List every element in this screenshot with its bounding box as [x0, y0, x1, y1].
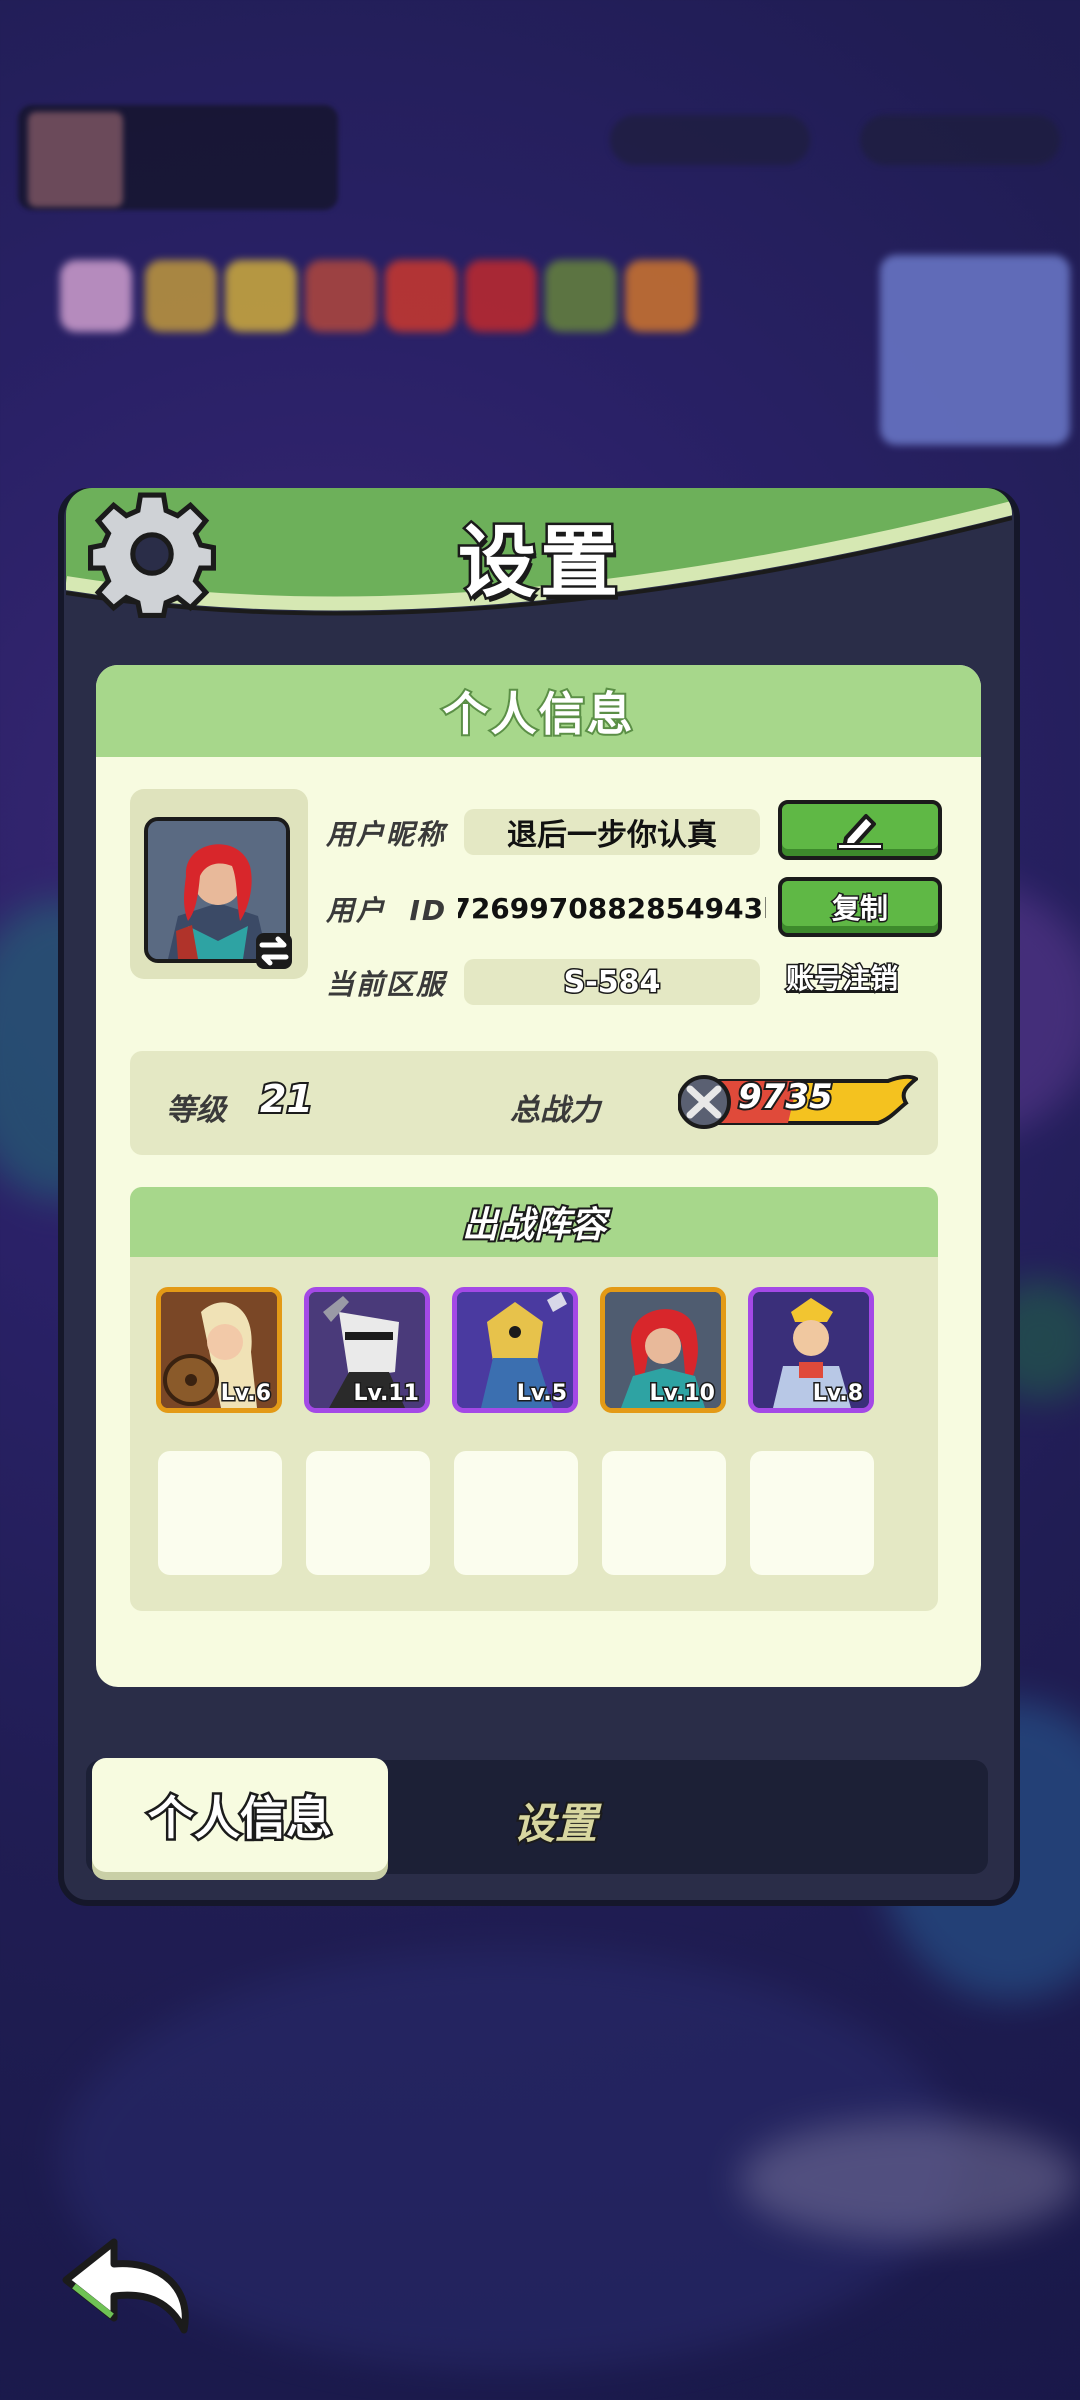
- minimap: [880, 255, 1070, 445]
- panel-title: 设置: [455, 516, 622, 611]
- hero-slot[interactable]: Lv.8: [748, 1287, 874, 1413]
- hero-level: Lv.6: [219, 1380, 272, 1408]
- battle-lineup: 出战阵容 Lv.6 Lv.11 Lv.5 Lv.10 Lv.8: [130, 1187, 938, 1611]
- hero-level: Lv.10: [648, 1380, 717, 1408]
- event-icon: [385, 260, 457, 332]
- event-icon: [545, 260, 617, 332]
- hero-level: Lv.5: [515, 1380, 568, 1408]
- event-icon: [625, 260, 697, 332]
- card-title: 个人信息: [441, 685, 635, 743]
- user-id-field: 7269970882854943l: [458, 891, 766, 925]
- hero-slot[interactable]: Lv.5: [452, 1287, 578, 1413]
- event-icon: [225, 260, 297, 332]
- server-label: 当前区服: [326, 968, 447, 1001]
- event-icon: [305, 260, 377, 332]
- copy-label: 复制: [830, 891, 889, 927]
- delete-account-link[interactable]: 账号注销: [784, 957, 899, 997]
- empty-slot[interactable]: [306, 1451, 430, 1575]
- server-field: S-584: [464, 959, 760, 1005]
- swap-avatar-icon[interactable]: [250, 927, 298, 975]
- gear-icon: [88, 492, 216, 618]
- empty-slot[interactable]: [454, 1451, 578, 1575]
- empty-slot[interactable]: [602, 1451, 726, 1575]
- tab-settings[interactable]: 设置: [470, 1780, 640, 1860]
- resource-bar: [610, 115, 810, 165]
- resource-bar: [860, 115, 1060, 165]
- copy-id-button[interactable]: 复制: [778, 877, 942, 937]
- hero-level: Lv.8: [811, 1380, 864, 1408]
- back-arrow-icon[interactable]: [52, 2230, 202, 2340]
- hero-slot[interactable]: Lv.10: [600, 1287, 726, 1413]
- empty-slot[interactable]: [750, 1451, 874, 1575]
- empty-slot[interactable]: [158, 1451, 282, 1575]
- lineup-title: 出战阵容: [460, 1203, 608, 1248]
- nickname-field: 退后一步你认真: [464, 809, 760, 855]
- hero-slot[interactable]: Lv.6: [156, 1287, 282, 1413]
- event-icon: [145, 260, 217, 332]
- card-header: 个人信息: [96, 665, 981, 757]
- hero-slot[interactable]: Lv.11: [304, 1287, 430, 1413]
- lineup-header: 出战阵容: [130, 1187, 938, 1257]
- tab-profile-label: 个人信息: [146, 1789, 335, 1848]
- event-icon: [465, 260, 537, 332]
- player-avatar: [28, 112, 123, 207]
- user-id-label: 用户 ID: [326, 894, 448, 927]
- avatar-frame[interactable]: [130, 789, 308, 979]
- edit-nickname-button[interactable]: [778, 800, 942, 860]
- event-icon: [60, 260, 132, 332]
- tab-profile[interactable]: 个人信息: [92, 1758, 388, 1872]
- level-label: 等级: [166, 1093, 226, 1128]
- tab-settings-label: 设置: [511, 1797, 599, 1850]
- stats-box: 等级 21 总战力 9735: [130, 1051, 938, 1155]
- server-value: S-584: [562, 963, 662, 1001]
- power-value: 9735: [736, 1075, 835, 1119]
- profile-card: 个人信息 用户昵称 退后一步你认真 用户 ID 7269970882854943…: [96, 665, 981, 1687]
- level-value: 21: [258, 1075, 315, 1123]
- hero-level: Lv.11: [352, 1380, 421, 1408]
- power-label: 总战力: [510, 1093, 600, 1128]
- nickname-label: 用户昵称: [326, 818, 447, 851]
- pencil-icon: [837, 814, 883, 850]
